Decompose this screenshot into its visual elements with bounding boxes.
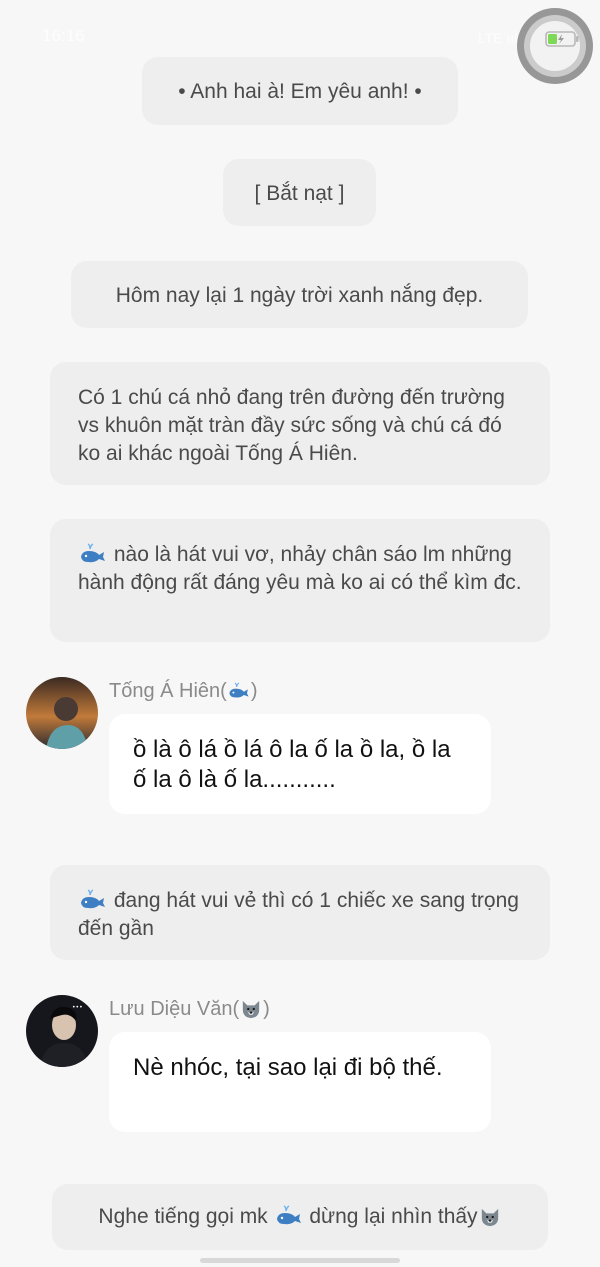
character-name: Lưu Diệu Văn( ) — [109, 998, 270, 1020]
narration-card: Hôm nay lại 1 ngày trời xanh nắng đẹp. — [71, 261, 528, 328]
narration-card: đang hát vui vẻ thì có 1 chiếc xe sang t… — [50, 865, 550, 960]
narration-card: Có 1 chú cá nhỏ đang trên đường đến trườ… — [50, 362, 550, 485]
narration-card: • Anh hai à! Em yêu anh! • — [142, 57, 458, 125]
home-indicator[interactable] — [200, 1258, 400, 1263]
narration-card: nào là hát vui vơ, nhảy chân sáo lm nhữn… — [50, 519, 550, 642]
speech-bubble: ồ là ô lá ồ lá ô la ố la ồ la, ồ la ố la… — [109, 714, 491, 814]
narration-text: Nghe tiếng gọi mk — [98, 1205, 268, 1228]
narration-text: nào là hát vui vơ, nhảy chân sáo lm nhữn… — [78, 543, 522, 594]
status-bar: 16:16 LTE ııl — [0, 0, 600, 60]
svg-text:•••: ••• — [72, 1004, 83, 1011]
whale-icon — [229, 682, 249, 698]
narration-text: đang hát vui vẻ thì có 1 chiếc xe sang t… — [78, 889, 519, 940]
narration-card: Nghe tiếng gọi mk dừng lại nhìn thấy — [52, 1184, 548, 1250]
whale-icon — [276, 1205, 301, 1225]
signal-indicator: LTE ııl — [478, 30, 518, 46]
status-time: 16:16 — [42, 26, 85, 45]
narration-text: Hôm nay lại 1 ngày trời xanh nắng đẹp. — [115, 284, 484, 307]
speech-bubble: Nè nhóc, tại sao lại đi bộ thế. — [109, 1032, 491, 1132]
wolf-icon — [481, 1208, 498, 1227]
wolf-icon — [242, 1000, 260, 1019]
character-name: Tống Á Hiên( ) — [109, 680, 258, 702]
narration-card: [ Bắt nạt ] — [223, 159, 376, 226]
narration-text: dừng lại nhìn thấy — [309, 1205, 478, 1228]
avatar[interactable]: ••• — [26, 995, 98, 1067]
dialogue-text: Nè nhóc, tại sao lại đi bộ thế. — [133, 1054, 443, 1081]
narration-text: [ Bắt nạt ] — [254, 182, 345, 205]
narration-text: Có 1 chú cá nhỏ đang trên đường đến trườ… — [78, 386, 505, 465]
battery-icon — [545, 31, 579, 47]
dialogue-text: ồ là ô lá ồ lá ô la ố la ồ la, ồ la ố la… — [133, 736, 451, 793]
avatar[interactable] — [26, 677, 98, 749]
narration-text: • Anh hai à! Em yêu anh! • — [178, 80, 422, 103]
whale-icon — [81, 543, 105, 563]
whale-icon — [81, 889, 105, 909]
